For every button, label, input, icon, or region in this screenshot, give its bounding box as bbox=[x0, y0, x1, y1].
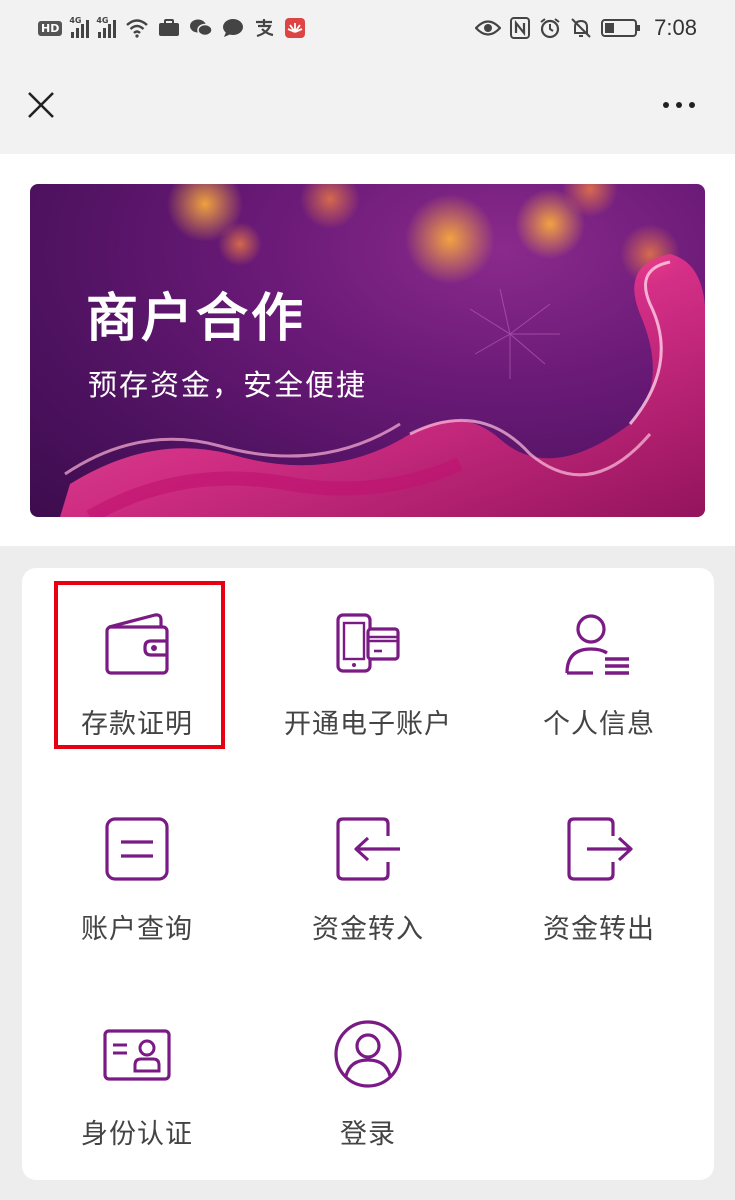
close-button[interactable] bbox=[24, 88, 58, 122]
hd-badge: HD bbox=[38, 20, 63, 36]
alarm-icon bbox=[539, 16, 561, 40]
menu-item-label: 账户查询 bbox=[81, 914, 193, 945]
signal-icon: 4G bbox=[69, 16, 90, 38]
menu-item-label: 存款证明 bbox=[81, 709, 193, 740]
title-bar bbox=[0, 56, 735, 154]
menu-item-label: 身份认证 bbox=[81, 1119, 193, 1150]
message-icon bbox=[222, 16, 244, 40]
status-bar: HD 4G 4G 7:08 bbox=[0, 0, 735, 56]
menu-item-login[interactable]: 登录 bbox=[253, 978, 483, 1178]
status-time: 7:08 bbox=[654, 15, 697, 40]
person-list-icon bbox=[559, 604, 639, 684]
nfc-icon bbox=[510, 16, 531, 40]
banner-title: 商户合作 bbox=[86, 289, 307, 349]
close-icon bbox=[28, 92, 54, 118]
id-card-icon bbox=[97, 1014, 177, 1094]
huawei-app-icon bbox=[284, 16, 306, 40]
menu-item-account-query[interactable]: 账户查询 bbox=[22, 773, 252, 973]
status-bar-right: 7:08 bbox=[475, 15, 697, 41]
alipay-icon bbox=[253, 16, 275, 40]
banner-subtitle: 预存资金，安全便捷 bbox=[88, 368, 368, 402]
menu-item-funds-out[interactable]: 资金转出 bbox=[484, 773, 714, 973]
wallet-icon bbox=[97, 604, 177, 684]
menu-item-deposit-certificate[interactable]: 存款证明 bbox=[22, 568, 252, 768]
menu-item-label: 个人信息 bbox=[543, 709, 655, 740]
menu-item-personal-info[interactable]: 个人信息 bbox=[484, 568, 714, 768]
battery-icon bbox=[601, 16, 641, 40]
menu-item-identity-verification[interactable]: 身份认证 bbox=[22, 978, 252, 1178]
banner-section: 商户合作 预存资金，安全便捷 bbox=[0, 154, 735, 546]
user-circle-icon bbox=[328, 1014, 408, 1094]
briefcase-icon bbox=[158, 16, 180, 40]
more-dot-icon bbox=[663, 102, 669, 108]
wechat-icon bbox=[189, 16, 214, 40]
more-options-button[interactable] bbox=[659, 88, 699, 122]
menu-item-label: 资金转入 bbox=[312, 914, 424, 945]
transfer-out-icon bbox=[559, 809, 639, 889]
menu-item-label: 资金转出 bbox=[543, 914, 655, 945]
menu-item-label: 开通电子账户 bbox=[284, 709, 452, 740]
phone-card-icon bbox=[328, 604, 408, 684]
promo-banner[interactable]: 商户合作 预存资金，安全便捷 bbox=[30, 184, 705, 517]
more-dot-icon bbox=[676, 102, 682, 108]
signal-icon-2: 4G bbox=[96, 16, 117, 38]
transfer-in-icon bbox=[328, 809, 408, 889]
document-lines-icon bbox=[97, 809, 177, 889]
wifi-icon bbox=[125, 16, 149, 40]
menu-item-funds-in[interactable]: 资金转入 bbox=[253, 773, 483, 973]
menu-card: 存款证明 开通电子账户 个人信息 账户查询 资金转入 资金转出 身份认证 登录 bbox=[22, 568, 714, 1180]
menu-item-label: 登录 bbox=[340, 1119, 396, 1150]
eye-icon bbox=[475, 16, 502, 40]
menu-item-open-e-account[interactable]: 开通电子账户 bbox=[253, 568, 483, 768]
status-bar-left: HD 4G 4G bbox=[38, 16, 306, 40]
mute-bell-icon bbox=[570, 16, 592, 40]
more-dot-icon bbox=[689, 102, 695, 108]
